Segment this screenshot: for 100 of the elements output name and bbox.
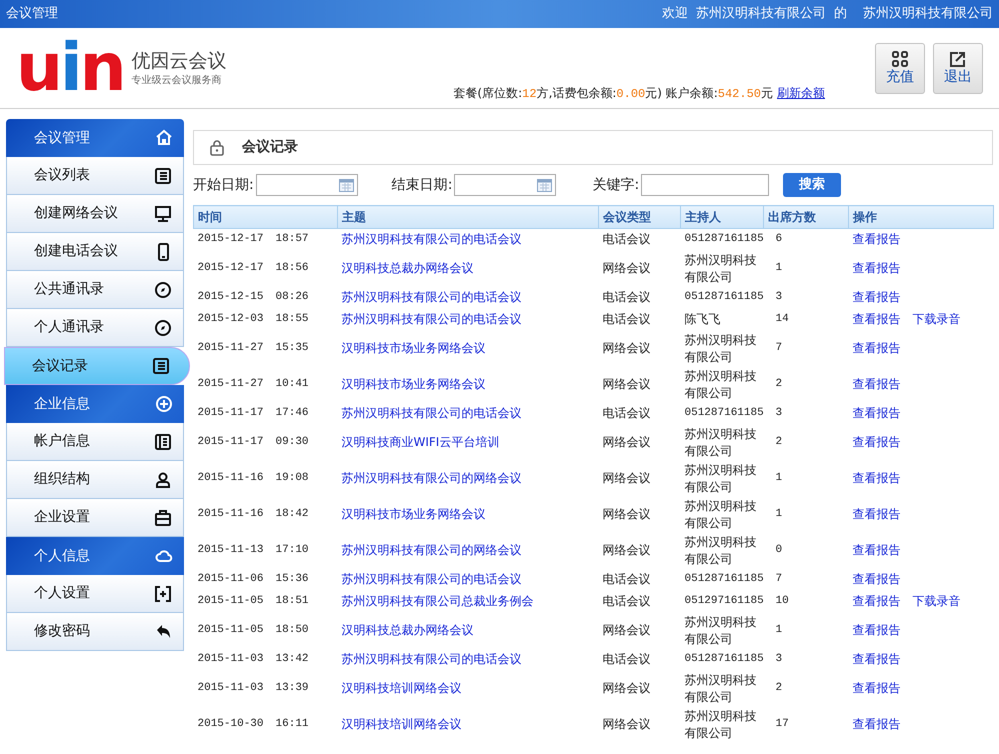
search-button[interactable]: 搜索 [783,173,842,197]
date-cell: 2015-11-27 [198,342,264,354]
time-cell: 15:35 [276,342,309,354]
action-link[interactable]: 下载录音 [912,312,960,326]
time-cell: 18:51 [276,595,309,607]
action-link[interactable]: 查看报告 [852,406,900,420]
subject-link[interactable]: 苏州汉明科技有限公司的电话会议 [342,652,522,666]
table-icon [151,356,171,376]
table-cell: 苏州汉明科技有限公司 [684,614,756,646]
time-cell: 13:39 [276,682,309,694]
action-link[interactable]: 查看报告 [852,341,900,355]
action-link[interactable]: 查看报告 [852,471,900,485]
sidebar-item[interactable]: 组织结构 [6,461,184,499]
sidebar-item[interactable]: 修改密码 [6,613,184,651]
subject-link[interactable]: 汉明科技商业WIFI云平台培训 [342,435,500,449]
action-link[interactable]: 查看报告 [852,652,900,666]
subject-link[interactable]: 苏州汉明科技有限公司的电话会议 [342,406,522,420]
action-link[interactable]: 查看报告 [852,594,900,608]
time-cell: 16:11 [276,718,309,730]
subject-link[interactable]: 苏州汉明科技有限公司的电话会议 [342,290,522,304]
date-cell: 2015-11-27 [198,378,264,390]
subject-link[interactable]: 汉明科技总裁办网络会议 [342,623,474,637]
subject-link[interactable]: 苏州汉明科技有限公司的网络会议 [342,543,522,557]
subject-link[interactable]: 苏州汉明科技有限公司总裁业务例会 [342,594,534,608]
subject-link[interactable]: 汉明科技培训网络会议 [342,717,462,731]
action-link[interactable]: 查看报告 [852,572,900,586]
subject-link[interactable]: 苏州汉明科技有限公司的网络会议 [342,471,522,485]
time-cell: 17:10 [276,544,309,556]
table-cell: 电话会议 [602,290,650,304]
date-cell: 2015-12-17 [198,262,264,274]
column-header: 主题 [338,206,598,228]
action-link[interactable]: 下载录音 [912,594,960,608]
end-date-field[interactable] [454,174,556,196]
table-cell: 苏州汉明科技有限公司 [684,534,756,566]
sidebar-section-title: 个人信息 [34,546,90,566]
sidebar-item[interactable]: 会议列表 [6,157,184,195]
table-cell: 陈飞飞 [684,312,720,326]
share-icon [949,50,967,68]
table-cell: 1 [776,624,782,636]
table-cell: 电话会议 [602,594,650,608]
header-button[interactable]: 退出 [933,42,983,94]
action-link[interactable]: 查看报告 [852,543,900,557]
keyword-field[interactable] [641,174,770,196]
subject-link[interactable]: 汉明科技总裁办网络会议 [342,261,474,275]
table-cell: 网络会议 [602,341,650,355]
table-cell: 2 [776,436,782,448]
user-icon [153,470,173,490]
subject-link[interactable]: 汉明科技培训网络会议 [342,681,462,695]
table-cell: 1 [776,262,782,274]
logo: uin [16,38,124,98]
action-link[interactable]: 查看报告 [852,623,900,637]
time-cell: 18:55 [276,313,309,325]
table-icon [153,166,173,186]
sidebar-item[interactable]: 个人设置 [6,575,184,613]
subject-link[interactable]: 汉明科技市场业务网络会议 [342,377,486,391]
action-link[interactable]: 查看报告 [852,377,900,391]
sidebar-item[interactable]: 公共通讯录 [6,271,184,309]
sidebar-item[interactable]: 企业设置 [6,499,184,537]
time-cell: 13:42 [276,653,309,665]
action-link[interactable]: 查看报告 [852,261,900,275]
start-date-field[interactable] [256,174,358,196]
table-cell: 3 [776,291,782,303]
time-cell: 18:57 [276,233,309,246]
action-link[interactable]: 查看报告 [852,435,900,449]
action-link[interactable]: 查看报告 [852,312,900,326]
date-cell: 2015-11-05 [198,624,264,636]
sidebar-item[interactable]: 会议记录 [4,347,190,385]
sidebar-item[interactable]: 创建网络会议 [6,195,184,233]
subject-link[interactable]: 苏州汉明科技有限公司的电话会议 [342,232,522,246]
end-date-label: 结束日期: [392,176,452,194]
action-link[interactable]: 查看报告 [852,681,900,695]
action-link[interactable]: 查看报告 [852,290,900,304]
table-cell: 10 [776,595,789,607]
header-button[interactable]: 充值 [875,42,925,94]
calendar-icon [338,178,354,192]
action-link[interactable]: 查看报告 [852,717,900,731]
column-header: 会议类型 [598,206,680,228]
subject-link[interactable]: 汉明科技市场业务网络会议 [342,341,486,355]
sidebar-item[interactable]: 创建电话会议 [6,233,184,271]
table-cell: 苏州汉明科技有限公司 [684,426,756,458]
user-name: 苏州汉明科技有限公司 [863,5,993,24]
time-cell: 15:36 [276,573,309,585]
refresh-balance-link[interactable]: 刷新余额 [777,86,825,100]
table-cell: 051287161185 [684,407,764,419]
action-link[interactable]: 查看报告 [852,232,900,246]
sidebar-item[interactable]: 个人通讯录 [6,309,184,347]
table-cell: 14 [776,313,789,325]
time-cell: 19:08 [276,472,309,484]
table-cell: 网络会议 [602,717,650,731]
brand-slogan: 专业级云会议服务商 [132,74,223,88]
table-cell: 7 [776,342,782,354]
sidebar-item[interactable]: 帐户信息 [6,423,184,461]
time-cell: 18:56 [276,262,309,274]
table-cell: 网络会议 [602,435,650,449]
table-cell: 网络会议 [602,623,650,637]
subject-link[interactable]: 汉明科技市场业务网络会议 [342,507,486,521]
subject-link[interactable]: 苏州汉明科技有限公司的电话会议 [342,572,522,586]
compass-icon [153,280,173,300]
action-link[interactable]: 查看报告 [852,507,900,521]
subject-link[interactable]: 苏州汉明科技有限公司的电话会议 [342,312,522,326]
